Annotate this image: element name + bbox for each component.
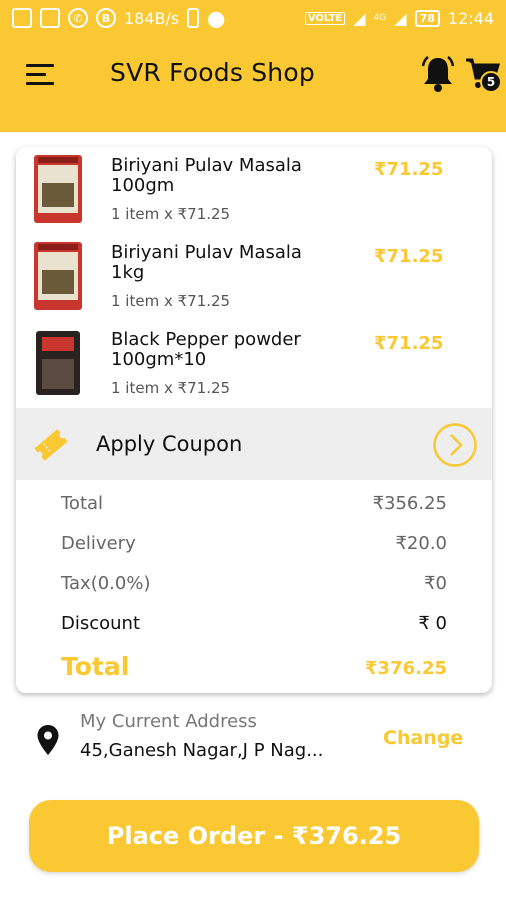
cart-count-badge: 5: [480, 71, 502, 93]
delivery-address: My Current Address 45,Ganesh Nagar,J P N…: [0, 707, 506, 773]
apply-coupon-row[interactable]: Apply Coupon: [16, 408, 492, 480]
signal-icon-2: ◢: [394, 8, 407, 28]
summary-delivery-row: Delivery ₹20.0: [61, 533, 447, 557]
item-name: Biriyani Pulav Masala 100gm: [111, 155, 302, 196]
cart-item[interactable]: Black Pepper powder 100gm*10 1 item x ₹7…: [16, 321, 492, 407]
app-bar: SVR Foods Shop 5: [0, 36, 506, 132]
bitcoin-icon: B: [96, 8, 116, 28]
menu-icon[interactable]: [26, 64, 54, 86]
cart-card: Biriyani Pulav Masala 100gm 1 item x ₹71…: [16, 147, 492, 693]
summary-total-label: Total: [61, 493, 104, 514]
product-thumbnail: [34, 155, 82, 223]
network-type: 4G: [373, 13, 387, 23]
whatsapp-icon: ✆: [68, 8, 88, 28]
address-label: My Current Address: [80, 711, 257, 732]
status-bar: ✆ B 184B/s ⬤ VOLTE ◢ 4G ◢ 78 12:44: [0, 0, 506, 36]
battery-icon: 78: [414, 9, 440, 27]
address-text: 45,Ganesh Nagar,J P Nag...: [80, 740, 324, 761]
summary-delivery-label: Delivery: [61, 533, 136, 554]
summary-delivery-value: ₹20.0: [395, 533, 447, 554]
chevron-right-icon[interactable]: [432, 422, 478, 468]
summary-discount-value: ₹ 0: [418, 613, 447, 634]
summary-discount-row: Discount ₹ 0: [61, 613, 447, 637]
place-order-button[interactable]: Place Order - ₹376.25: [29, 800, 479, 872]
grand-total-row: Total ₹376.25: [61, 652, 447, 684]
product-thumbnail: [36, 331, 80, 395]
clock: 12:44: [447, 8, 494, 28]
summary-discount-label: Discount: [61, 613, 141, 634]
volte-badge: VOLTE: [304, 11, 346, 25]
grand-total-value: ₹376.25: [365, 658, 447, 679]
item-price: ₹71.25: [374, 159, 444, 180]
item-name: Biriyani Pulav Masala 1kg: [111, 242, 302, 283]
grand-total-label: Total: [61, 652, 130, 681]
summary-total-row: Total ₹356.25: [61, 493, 447, 517]
summary-total-value: ₹356.25: [372, 493, 447, 514]
change-address-button[interactable]: Change: [383, 727, 463, 749]
item-quantity: 1 item x ₹71.25: [111, 379, 231, 397]
item-quantity: 1 item x ₹71.25: [111, 292, 231, 310]
message-icon: [12, 8, 32, 28]
item-name: Black Pepper powder 100gm*10: [111, 329, 301, 370]
item-price: ₹71.25: [374, 246, 444, 267]
app-title: SVR Foods Shop: [110, 58, 315, 87]
item-price: ₹71.25: [374, 333, 444, 354]
bell-icon[interactable]: [420, 54, 456, 94]
notes-icon: [40, 8, 60, 28]
signal-icon: ◢: [353, 8, 366, 28]
apply-coupon-label: Apply Coupon: [96, 432, 243, 456]
location-pin-icon: [37, 725, 59, 755]
location-icon: ⬤: [207, 8, 226, 28]
ticket-icon: [34, 429, 68, 461]
phone-icon: [187, 8, 200, 28]
summary-tax-row: Tax(0.0%) ₹0: [61, 573, 447, 597]
item-quantity: 1 item x ₹71.25: [111, 205, 231, 223]
cart-item[interactable]: Biriyani Pulav Masala 100gm 1 item x ₹71…: [16, 147, 492, 233]
summary-tax-label: Tax(0.0%): [61, 573, 151, 594]
summary-tax-value: ₹0: [424, 573, 447, 594]
product-thumbnail: [34, 242, 82, 310]
network-speed: 184B/s: [124, 8, 180, 28]
cart-item[interactable]: Biriyani Pulav Masala 1kg 1 item x ₹71.2…: [16, 234, 492, 320]
